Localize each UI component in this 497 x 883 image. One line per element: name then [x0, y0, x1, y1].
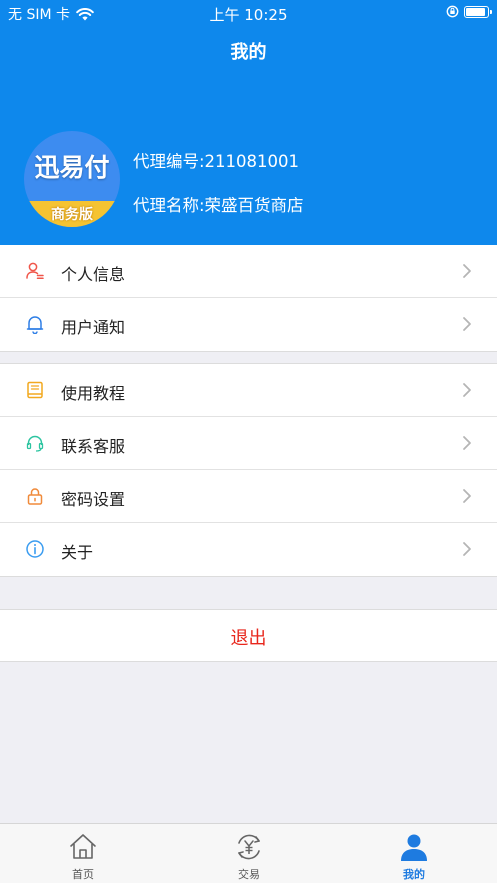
logo-text: 迅易付	[34, 153, 110, 182]
tab-trade[interactable]: 交易	[166, 824, 332, 883]
tab-label: 交易	[238, 868, 260, 881]
agent-name: 代理名称:荣盛百货商店	[133, 196, 304, 215]
menu-item-label: 关于	[61, 543, 94, 562]
agent-id: 代理编号:211081001	[133, 152, 300, 171]
book-icon	[27, 381, 43, 399]
person-icon	[26, 262, 44, 279]
menu-item-label: 用户通知	[61, 318, 126, 337]
chevron-right-icon	[463, 436, 471, 450]
chevron-right-icon	[463, 264, 471, 278]
orientation-lock-icon	[446, 5, 459, 18]
menu-item-label: 使用教程	[61, 384, 126, 403]
tab-bar: 首页 交易 我的	[0, 823, 497, 883]
menu-item-label: 联系客服	[61, 437, 126, 456]
headset-icon	[26, 435, 44, 452]
logo-badge: 商务版	[24, 201, 120, 227]
status-right	[446, 5, 492, 18]
battery-icon	[464, 5, 492, 18]
tab-home[interactable]: 首页	[0, 824, 166, 883]
menu-item-tutorial[interactable]: 使用教程	[0, 364, 497, 417]
menu-item-label: 个人信息	[61, 265, 126, 284]
chevron-right-icon	[463, 489, 471, 503]
yuan-exchange-icon	[238, 834, 260, 860]
tab-label: 首页	[72, 868, 94, 881]
logout-button[interactable]: 退出	[0, 609, 497, 662]
chevron-right-icon	[463, 542, 471, 556]
chevron-right-icon	[463, 317, 471, 331]
user-icon	[401, 834, 427, 861]
chevron-right-icon	[463, 383, 471, 397]
menu-item-user-notice[interactable]: 用户通知	[0, 298, 497, 351]
tab-mine[interactable]: 我的	[331, 824, 497, 883]
bell-icon	[26, 316, 44, 334]
status-time: 上午 10:25	[209, 6, 288, 24]
info-icon	[26, 540, 44, 558]
menu-item-customer-service[interactable]: 联系客服	[0, 417, 497, 470]
menu-item-personal-info[interactable]: 个人信息	[0, 245, 497, 298]
app-logo: 迅易付 商务版	[24, 131, 120, 227]
tab-label: 我的	[403, 868, 425, 881]
menu-item-label: 密码设置	[61, 490, 126, 509]
home-icon	[70, 834, 96, 859]
menu-item-about[interactable]: 关于	[0, 523, 497, 576]
lock-icon	[27, 488, 43, 505]
menu-item-password-settings[interactable]: 密码设置	[0, 470, 497, 523]
status-bar: 无 SIM 卡 上午 10:25	[0, 0, 497, 26]
profile-header: 无 SIM 卡 上午 10:25 我的 迅易付 商务版 代理编号:2110810…	[0, 0, 497, 245]
menu-group-account: 个人信息 用户通知	[0, 245, 497, 352]
page-title: 我的	[230, 42, 267, 63]
menu-group-support: 使用教程 联系客服 密码设置 关于	[0, 363, 497, 577]
